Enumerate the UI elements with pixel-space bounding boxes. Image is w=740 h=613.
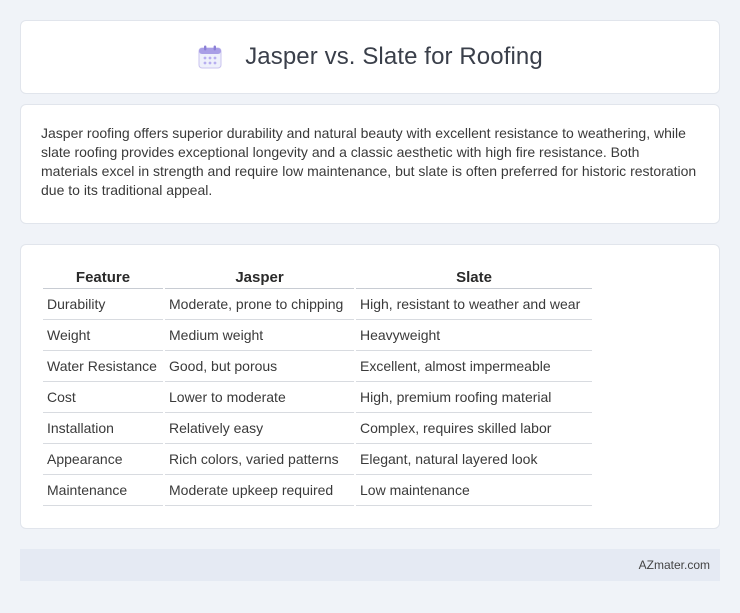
table-cell: Lower to moderate [165,382,354,413]
table-cell: Low maintenance [356,475,592,506]
table-row: Cost Lower to moderate High, premium roo… [43,382,592,413]
summary-text: Jasper roofing offers superior durabilit… [41,125,697,198]
column-header: Slate [356,265,592,289]
table-cell: Medium weight [165,320,354,351]
table-cell: Moderate, prone to chipping [165,289,354,320]
table-cell: Heavyweight [356,320,592,351]
table-cell: Installation [43,413,163,444]
column-header: Jasper [165,265,354,289]
footer-brand[interactable]: AZmater.com [639,558,710,572]
table-cell: Cost [43,382,163,413]
column-header: Feature [43,265,163,289]
table-cell: Moderate upkeep required [165,475,354,506]
page-title: Jasper vs. Slate for Roofing [245,43,543,70]
comparison-table: Feature Jasper Slate Durability Moderate… [41,265,594,506]
table-cell: High, premium roofing material [356,382,592,413]
table-row: Appearance Rich colors, varied patterns … [43,444,592,475]
table-row: Durability Moderate, prone to chipping H… [43,289,592,320]
table-cell: Rich colors, varied patterns [165,444,354,475]
calendar-icon [198,45,222,69]
table-row: Weight Medium weight Heavyweight [43,320,592,351]
table-cell: High, resistant to weather and wear [356,289,592,320]
table-cell: Maintenance [43,475,163,506]
table-cell: Weight [43,320,163,351]
table-row: Maintenance Moderate upkeep required Low… [43,475,592,506]
table-cell: Durability [43,289,163,320]
summary-card: Jasper roofing offers superior durabilit… [20,104,720,224]
table-header-row: Feature Jasper Slate [43,265,592,289]
table-cell: Relatively easy [165,413,354,444]
table-cell: Water Resistance [43,351,163,382]
comparison-card: Feature Jasper Slate Durability Moderate… [20,244,720,529]
table-cell: Elegant, natural layered look [356,444,592,475]
table-row: Water Resistance Good, but porous Excell… [43,351,592,382]
table-cell: Good, but porous [165,351,354,382]
footer-bar: AZmater.com [20,549,720,581]
table-row: Installation Relatively easy Complex, re… [43,413,592,444]
table-cell: Appearance [43,444,163,475]
table-cell: Excellent, almost impermeable [356,351,592,382]
title-card: Jasper vs. Slate for Roofing [20,20,720,94]
table-cell: Complex, requires skilled labor [356,413,592,444]
